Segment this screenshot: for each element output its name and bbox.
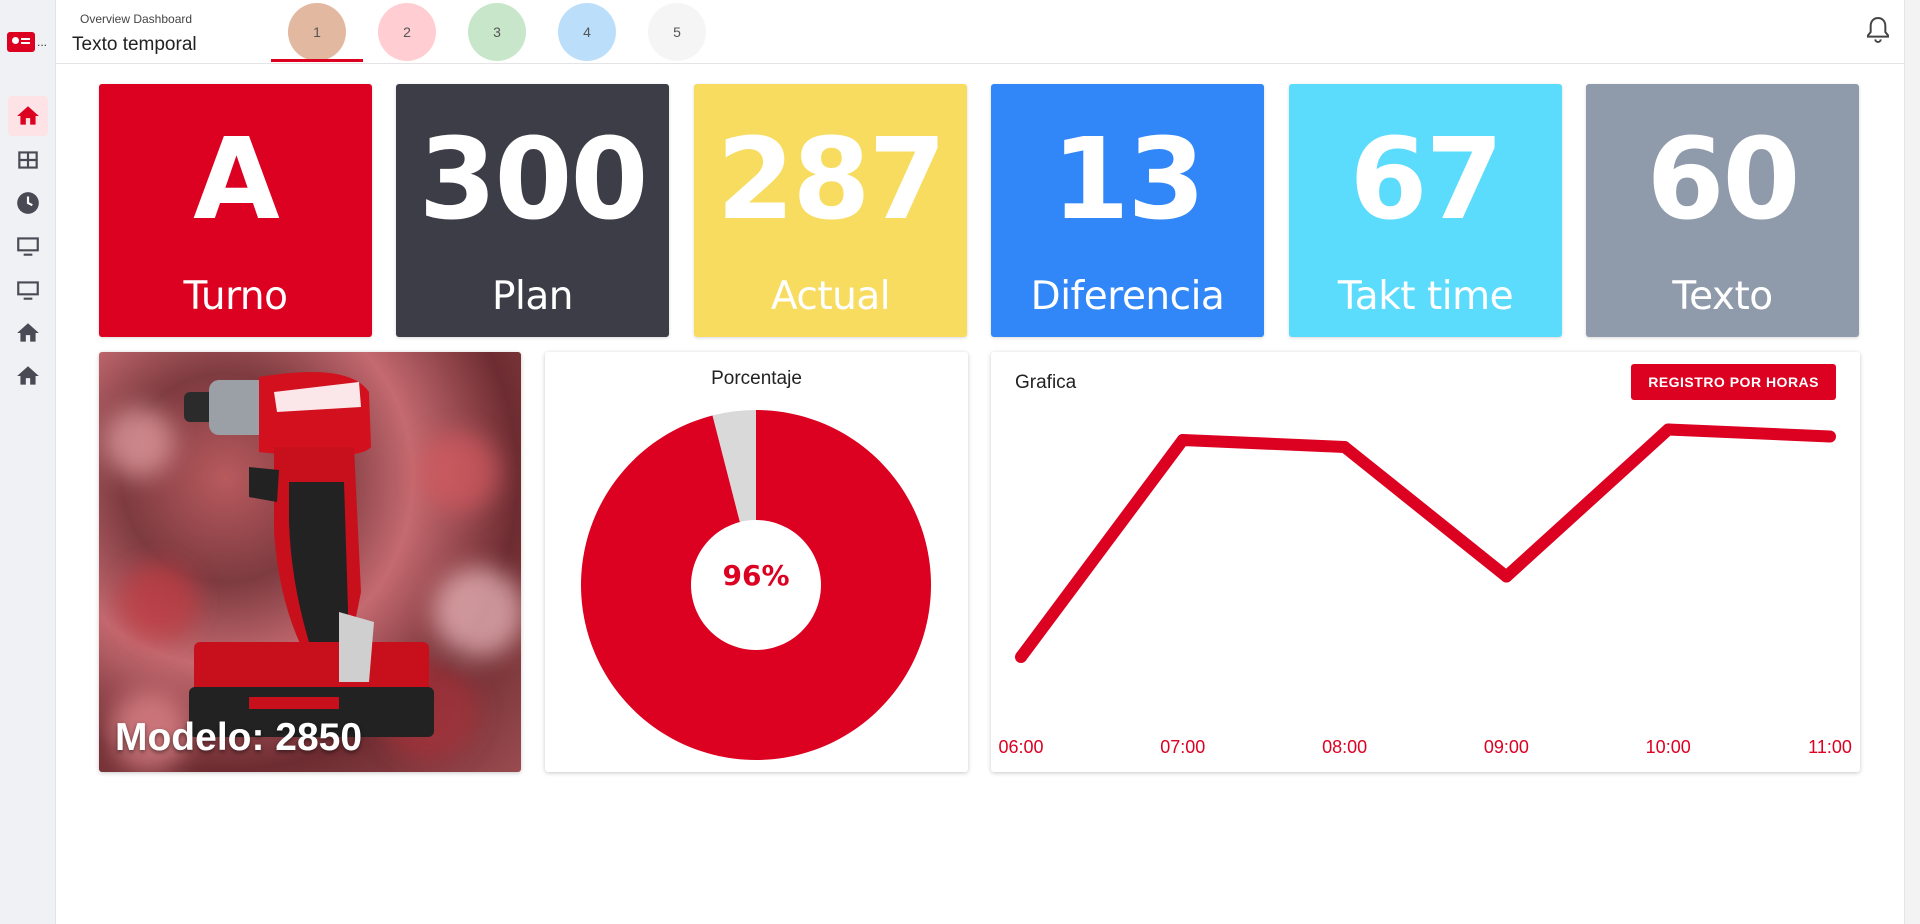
kpi-label: Turno xyxy=(183,274,288,319)
kpi-value: 60 xyxy=(1646,115,1801,245)
clock-icon xyxy=(17,192,39,214)
line-chart: 06:00 07:00 08:00 09:00 10:00 11:00 xyxy=(998,423,1852,757)
kpi-label: Plan xyxy=(492,274,573,319)
x-tick-label: 09:00 xyxy=(1484,737,1529,757)
sidebar-item-clock[interactable] xyxy=(8,183,48,223)
sidebar: ... xyxy=(0,0,56,924)
home-icon xyxy=(17,323,39,342)
x-tick-label: 08:00 xyxy=(1322,737,1367,757)
x-tick-label: 11:00 xyxy=(1808,737,1852,757)
product-image-card: Modelo: 2850 xyxy=(99,352,521,772)
tab-2[interactable]: 2 xyxy=(361,3,453,61)
monitor-icon xyxy=(17,281,39,300)
kpi-label: Takt time xyxy=(1337,274,1514,319)
kpi-label: Diferencia xyxy=(1030,274,1225,319)
kpi-plan: 300 Plan xyxy=(396,84,669,337)
kpi-value: A xyxy=(193,115,280,245)
kpi-value: 287 xyxy=(716,115,947,245)
tab-4[interactable]: 4 xyxy=(541,3,633,61)
data-point xyxy=(1500,570,1513,583)
kpi-value: 300 xyxy=(418,115,649,245)
tab-1[interactable]: 1 xyxy=(271,3,363,62)
kpi-texto: 60 Texto xyxy=(1586,84,1859,337)
kpi-diferencia: 13 Diferencia xyxy=(991,84,1264,337)
x-tick-label: 10:00 xyxy=(1646,737,1691,757)
percentage-card: Porcentaje 96% xyxy=(545,352,968,772)
bell-icon xyxy=(1867,16,1889,43)
model-label: Modelo: 2850 xyxy=(115,716,363,759)
donut-center-label: 96% xyxy=(722,559,789,592)
sidebar-item-monitor-2[interactable] xyxy=(8,270,48,310)
table-icon xyxy=(18,151,38,169)
page-scrollbar[interactable] xyxy=(1904,0,1920,924)
data-point xyxy=(1338,441,1351,453)
tab-circle: 3 xyxy=(468,3,526,61)
home-icon xyxy=(17,106,39,125)
tab-circle: 4 xyxy=(558,3,616,61)
data-point xyxy=(1015,651,1027,663)
impact-driver-image xyxy=(104,372,521,772)
logo-ellipsis: ... xyxy=(36,35,47,49)
x-tick-label: 07:00 xyxy=(1160,737,1205,757)
x-tick-label: 06:00 xyxy=(998,737,1043,757)
data-point xyxy=(1662,423,1675,436)
kpi-value: 67 xyxy=(1349,115,1504,245)
top-app-bar: Overview Dashboard Texto temporal 1 2 3 … xyxy=(56,0,1904,64)
kpi-actual: 287 Actual xyxy=(694,84,967,337)
tab-circle: 2 xyxy=(378,3,436,61)
kpi-takt-time: 67 Takt time xyxy=(1289,84,1562,337)
data-point xyxy=(1176,434,1189,446)
tab-circle: 5 xyxy=(648,3,706,61)
home-icon xyxy=(17,366,39,385)
sidebar-item-monitor-1[interactable] xyxy=(8,226,48,266)
data-point xyxy=(1824,430,1836,443)
page-title: Texto temporal xyxy=(72,34,197,55)
kpi-value: 13 xyxy=(1051,115,1206,245)
sidebar-item-home-3[interactable] xyxy=(8,356,48,396)
tab-5[interactable]: 5 xyxy=(631,3,723,61)
sidebar-item-home-2[interactable] xyxy=(8,313,48,353)
breadcrumb: Overview Dashboard xyxy=(80,12,193,26)
kpi-turno: A Turno xyxy=(99,84,372,337)
kpi-label: Texto xyxy=(1672,274,1773,319)
sidebar-item-home[interactable] xyxy=(8,96,48,136)
series-line xyxy=(1016,423,1831,661)
tab-3[interactable]: 3 xyxy=(451,3,543,61)
kpi-label: Actual xyxy=(770,274,891,319)
sidebar-item-table[interactable] xyxy=(8,140,48,180)
notifications-button[interactable] xyxy=(1862,14,1894,46)
monitor-icon xyxy=(17,237,39,256)
hourly-chart-card: Grafica REGISTRO POR HORAS 06:00 07:00 08:… xyxy=(991,352,1860,772)
tab-circle: 1 xyxy=(288,3,346,61)
donut-chart: 96% xyxy=(581,410,931,760)
id-card-icon xyxy=(7,32,35,52)
app-logo[interactable]: ... xyxy=(7,30,47,54)
